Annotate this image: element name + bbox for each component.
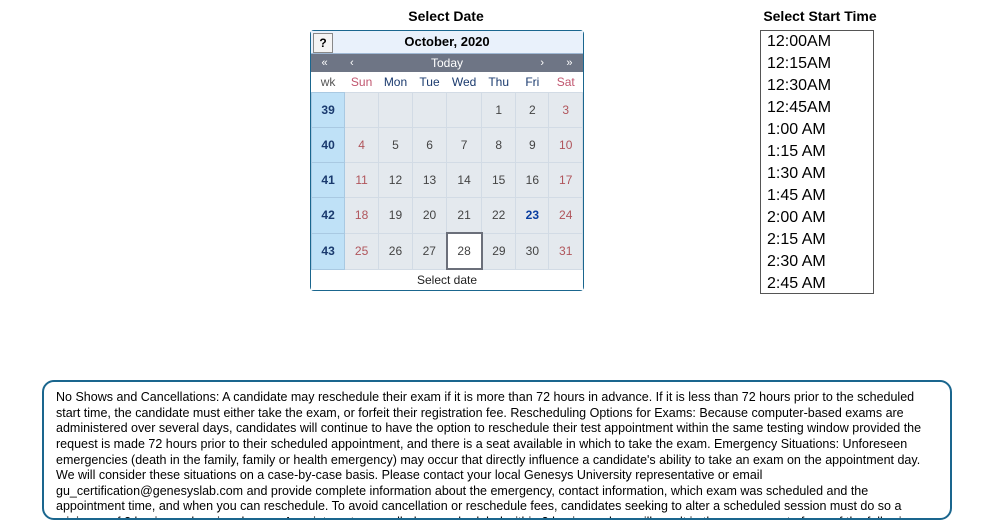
header-sun: Sun (345, 72, 379, 93)
week-number: 41 (312, 163, 345, 198)
time-option[interactable]: 2:30 AM (761, 251, 873, 273)
calendar-day[interactable]: 23 (516, 198, 549, 234)
header-mon: Mon (379, 72, 413, 93)
calendar-day[interactable]: 21 (447, 198, 482, 234)
time-option[interactable]: 1:30 AM (761, 163, 873, 185)
calendar-day[interactable]: 11 (345, 163, 379, 198)
time-option[interactable]: 12:45AM (761, 97, 873, 119)
start-time-listbox[interactable]: 12:00AM12:15AM12:30AM12:45AM1:00 AM1:15 … (760, 30, 874, 294)
calendar-footer: Select date (311, 270, 583, 290)
calendar-day[interactable]: 12 (379, 163, 413, 198)
calendar-day[interactable]: 22 (482, 198, 516, 234)
calendar-day[interactable]: 27 (412, 233, 446, 269)
calendar-day[interactable]: 2 (516, 93, 549, 128)
time-option[interactable]: 2:00 AM (761, 207, 873, 229)
calendar-day[interactable]: 15 (482, 163, 516, 198)
time-option[interactable]: 12:15AM (761, 53, 873, 75)
calendar-empty-cell (379, 93, 413, 128)
header-sat: Sat (549, 72, 583, 93)
calendar: ? October, 2020 « ‹ Today › » wk Sun Mon… (310, 30, 584, 291)
calendar-day[interactable]: 4 (345, 128, 379, 163)
calendar-day[interactable]: 30 (516, 233, 549, 269)
time-option[interactable]: 2:15 AM (761, 229, 873, 251)
next-year-button[interactable]: » (556, 54, 583, 72)
time-option[interactable]: 12:30AM (761, 75, 873, 97)
calendar-month-year: October, 2020 (404, 34, 489, 49)
select-start-time-label: Select Start Time (760, 8, 880, 24)
time-option[interactable]: 1:45 AM (761, 185, 873, 207)
time-option[interactable]: 1:15 AM (761, 141, 873, 163)
select-date-label: Select Date (310, 8, 582, 24)
header-tue: Tue (412, 72, 446, 93)
calendar-help-button[interactable]: ? (313, 33, 333, 53)
calendar-empty-cell (345, 93, 379, 128)
calendar-day[interactable]: 18 (345, 198, 379, 234)
week-number: 40 (312, 128, 345, 163)
calendar-day[interactable]: 9 (516, 128, 549, 163)
next-month-button[interactable]: › (529, 54, 556, 72)
cancellation-policy-text: No Shows and Cancellations: A candidate … (42, 380, 952, 520)
calendar-day[interactable]: 24 (549, 198, 583, 234)
calendar-empty-cell (412, 93, 446, 128)
calendar-title-bar: ? October, 2020 (311, 31, 583, 54)
today-button[interactable]: Today (365, 54, 528, 72)
calendar-day[interactable]: 29 (482, 233, 516, 269)
calendar-day[interactable]: 13 (412, 163, 446, 198)
calendar-day[interactable]: 31 (549, 233, 583, 269)
week-number: 42 (312, 198, 345, 234)
calendar-day[interactable]: 6 (412, 128, 446, 163)
calendar-day[interactable]: 1 (482, 93, 516, 128)
header-fri: Fri (516, 72, 549, 93)
header-thu: Thu (482, 72, 516, 93)
calendar-day[interactable]: 14 (447, 163, 482, 198)
calendar-day[interactable]: 17 (549, 163, 583, 198)
time-option[interactable]: 2:45 AM (761, 273, 873, 294)
calendar-day[interactable]: 28 (447, 233, 482, 269)
calendar-day[interactable]: 10 (549, 128, 583, 163)
calendar-day[interactable]: 5 (379, 128, 413, 163)
prev-year-button[interactable]: « (311, 54, 338, 72)
calendar-day[interactable]: 3 (549, 93, 583, 128)
week-number: 39 (312, 93, 345, 128)
calendar-nav: « ‹ Today › » (311, 54, 583, 72)
calendar-day[interactable]: 26 (379, 233, 413, 269)
calendar-day[interactable]: 20 (412, 198, 446, 234)
time-option[interactable]: 12:00AM (761, 31, 873, 53)
calendar-day[interactable]: 8 (482, 128, 516, 163)
calendar-grid: wk Sun Mon Tue Wed Thu Fri Sat 391234045… (311, 72, 583, 270)
time-option[interactable]: 1:00 AM (761, 119, 873, 141)
calendar-day[interactable]: 25 (345, 233, 379, 269)
calendar-day[interactable]: 7 (447, 128, 482, 163)
header-wk: wk (312, 72, 345, 93)
calendar-day[interactable]: 16 (516, 163, 549, 198)
calendar-empty-cell (447, 93, 482, 128)
calendar-day[interactable]: 19 (379, 198, 413, 234)
prev-month-button[interactable]: ‹ (338, 54, 365, 72)
header-wed: Wed (447, 72, 482, 93)
week-number: 43 (312, 233, 345, 269)
